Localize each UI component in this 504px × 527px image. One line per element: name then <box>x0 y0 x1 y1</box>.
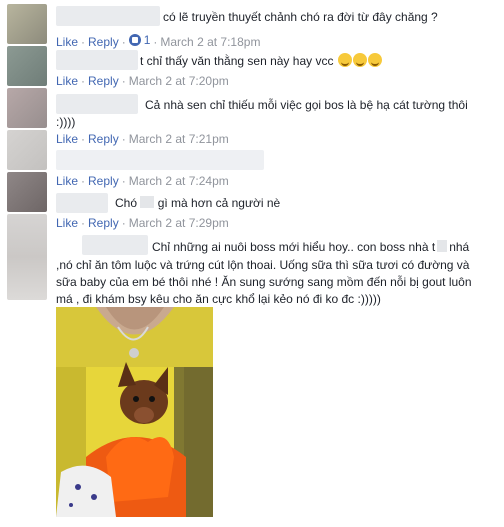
comment-actions: Like · Reply · 1 · March 2 at 7:18pm <box>56 32 261 49</box>
timestamp[interactable]: March 2 at 7:29pm <box>129 216 229 230</box>
timestamp[interactable]: March 2 at 7:21pm <box>129 132 229 146</box>
avatar[interactable] <box>7 172 47 212</box>
reply-link[interactable]: Reply <box>88 35 119 49</box>
avatar[interactable] <box>7 46 47 86</box>
comment-text: có lẽ truyền thuyết chảnh chó ra đời từ … <box>163 10 438 24</box>
comment-photo[interactable] <box>56 307 213 517</box>
commenter-name[interactable] <box>56 94 138 114</box>
comment-text-line1: Chỉ những ai nuôi boss mới hiểu hoy.. co… <box>152 240 470 254</box>
avatar[interactable] <box>7 88 47 128</box>
like-link[interactable]: Like <box>56 74 78 88</box>
reply-link[interactable]: Reply <box>88 216 119 230</box>
comment-actions: Like · Reply · March 2 at 7:21pm <box>56 132 229 146</box>
grinning-emoji-icon <box>352 53 367 67</box>
comment-text-line3: sữa baby của em bé thôi nhé ! Ăn sung sư… <box>56 275 472 289</box>
dog-photo-image <box>56 307 213 517</box>
grinning-emoji-icon <box>367 53 382 67</box>
comment-text: t chỉ thấy văn thằng sen này hay vcc <box>140 52 382 70</box>
comment-actions: Like · Reply · March 2 at 7:29pm <box>56 216 229 230</box>
timestamp[interactable]: March 2 at 7:20pm <box>129 74 229 88</box>
avatar[interactable] <box>7 4 47 44</box>
reply-link[interactable]: Reply <box>88 74 119 88</box>
comment-text: Chó gì mà hơn cả người nè <box>115 196 281 210</box>
like-count[interactable]: 1 <box>128 32 150 48</box>
comment-text-line2: ,nó chỉ ăn tôm luộc và trứng cút lộn tho… <box>56 258 470 272</box>
comment-text-continued: :)))) <box>56 115 76 129</box>
thumbs-up-icon <box>128 34 141 46</box>
comment-actions: Like · Reply · March 2 at 7:20pm <box>56 74 229 88</box>
comment-actions: Like · Reply · March 2 at 7:24pm <box>56 174 229 188</box>
commenter-name[interactable] <box>56 6 160 26</box>
redacted-word <box>437 240 448 252</box>
comment-text: Cả nhà sen chỉ thiếu mỗi việc gọi bos là… <box>145 98 468 112</box>
commenter-name[interactable] <box>56 50 138 70</box>
commenter-name[interactable] <box>56 150 264 170</box>
like-link[interactable]: Like <box>56 174 78 188</box>
timestamp[interactable]: March 2 at 7:24pm <box>129 174 229 188</box>
like-link[interactable]: Like <box>56 35 78 49</box>
avatar[interactable] <box>7 214 47 300</box>
reply-link[interactable]: Reply <box>88 132 119 146</box>
reply-link[interactable]: Reply <box>88 174 119 188</box>
redacted-word <box>140 196 155 208</box>
like-link[interactable]: Like <box>56 132 78 146</box>
commenter-name[interactable] <box>56 193 108 213</box>
grinning-emoji-icon <box>337 53 352 67</box>
avatar[interactable] <box>7 130 47 170</box>
comment-text-line4: má , đi khám bsy kêu cho ăn cực khổ lại … <box>56 292 381 306</box>
timestamp[interactable]: March 2 at 7:18pm <box>160 35 260 49</box>
like-link[interactable]: Like <box>56 216 78 230</box>
commenter-name[interactable] <box>82 235 148 255</box>
